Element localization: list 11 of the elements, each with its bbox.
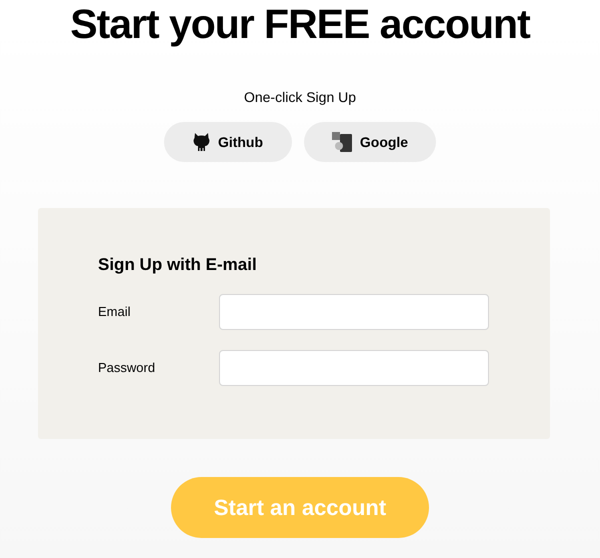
field-label: Email [98, 302, 132, 321]
social-signup-button[interactable]: Github [164, 122, 292, 162]
social-signup-button[interactable]: Google [304, 122, 436, 162]
form-heading: Sign Up with E-mail [98, 254, 258, 276]
google-plus-icon [332, 132, 352, 152]
input-field[interactable] [219, 350, 489, 386]
field-label: Password [98, 358, 156, 377]
octocat-icon [192, 132, 210, 152]
page-title: Start your FREE account [70, 4, 530, 45]
input-field[interactable] [219, 294, 489, 330]
one-click-label: One-click Sign Up [244, 88, 356, 107]
